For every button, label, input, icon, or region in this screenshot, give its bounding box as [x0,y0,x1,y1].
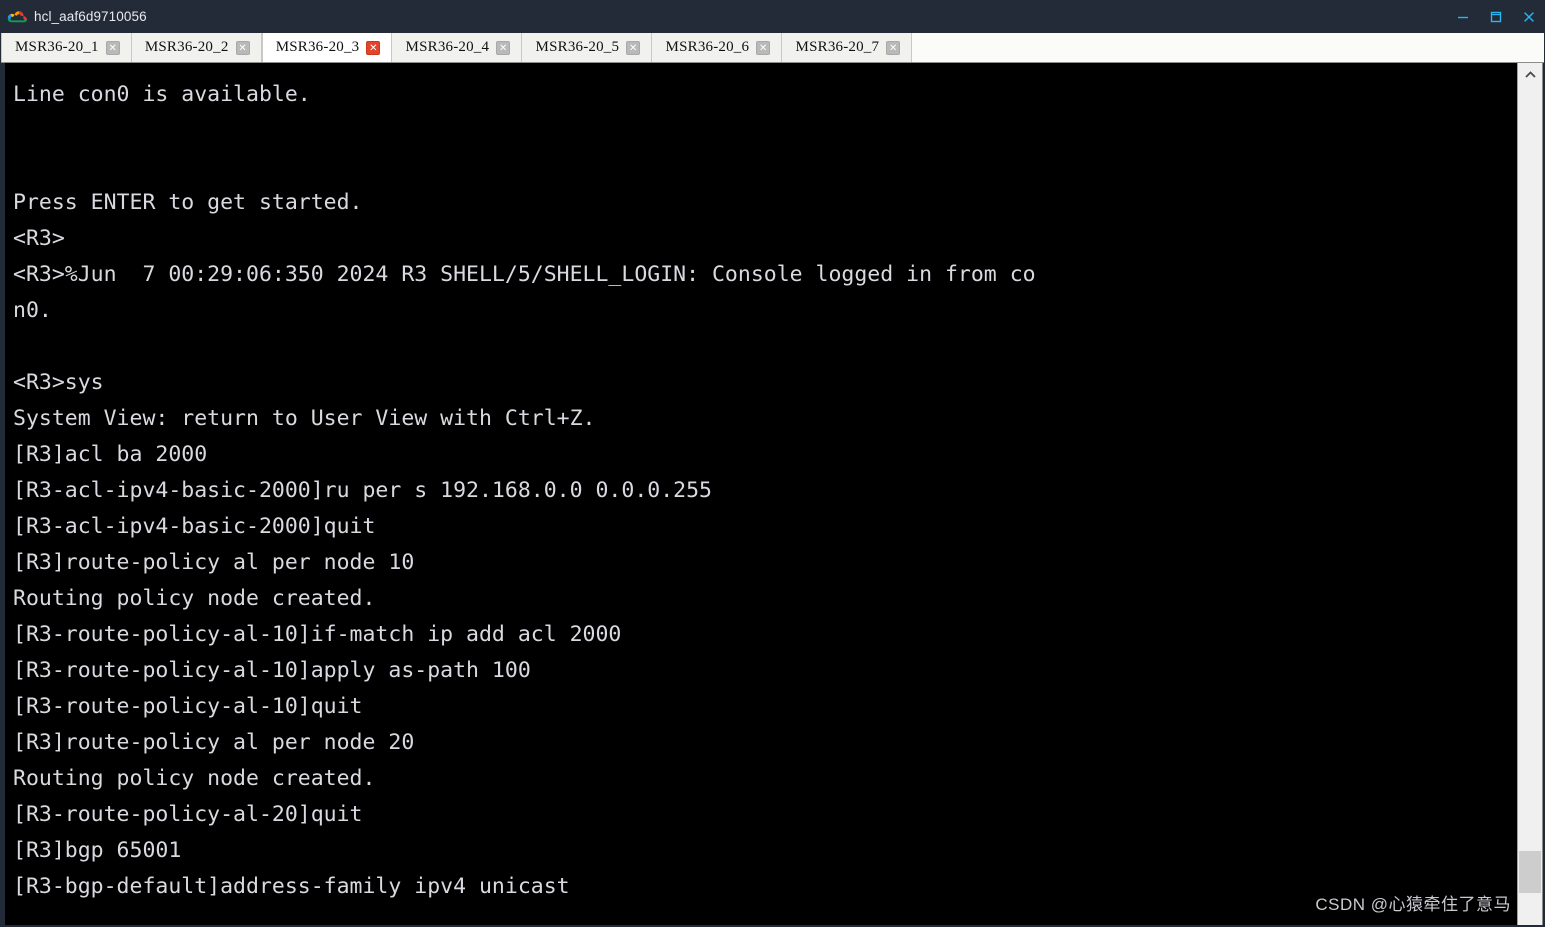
tab-msr36-20_4[interactable]: MSR36-20_4 ✕ [392,33,523,62]
terminal-line: <R3>sys [13,370,104,395]
terminal-line: [R3-route-policy-al-10]apply as-path 100 [13,658,531,683]
scroll-up-button[interactable] [1518,63,1542,87]
tab-close-icon[interactable]: ✕ [235,40,250,55]
window-title: hcl_aaf6d9710056 [34,9,147,24]
terminal-scrollbar[interactable] [1517,63,1543,925]
scrollbar-track[interactable] [1518,87,1542,925]
scrollbar-thumb[interactable] [1519,851,1541,893]
tab-msr36-20_6[interactable]: MSR36-20_6 ✕ [652,33,783,62]
tab-label: MSR36-20_4 [405,39,490,55]
tab-label: MSR36-20_6 [665,39,750,55]
tab-close-icon[interactable]: ✕ [756,40,771,55]
terminal-line: [R3-route-policy-al-20]quit [13,802,363,827]
hcl-cloud-logo-icon [7,9,29,25]
terminal-line: <R3> [13,226,65,251]
terminal-line: [R3]bgp 65001 [13,838,182,863]
maximize-icon [1490,11,1501,22]
device-tab-bar[interactable]: MSR36-20_1 ✕ MSR36-20_2 ✕ MSR36-20_3 ✕ MSR36-2… [1,33,1544,63]
terminal-line: [R3-acl-ipv4-basic-2000]ru per s 192.168… [13,478,712,503]
tab-close-icon[interactable]: ✕ [626,40,641,55]
terminal-line: [R3-route-policy-al-10]if-match ip add a… [13,622,622,647]
title-bar-left: hcl_aaf6d9710056 [0,9,147,25]
tab-close-icon[interactable]: ✕ [105,40,120,55]
terminal-line: [R3-bgp-default]address-family ipv4 unic… [13,874,570,899]
console-body: Line con0 is available. Press ENTER to ge… [0,63,1545,927]
terminal-line: Press ENTER to get started. [13,190,363,215]
terminal-line: System View: return to User View with Ct… [13,406,596,431]
terminal-line: [R3]route-policy al per node 10 [13,550,415,575]
terminal-line: Routing policy node created. [13,766,376,791]
tab-label: MSR36-20_2 [144,39,229,55]
close-icon [1523,11,1534,22]
tab-bar-filler [912,33,1544,62]
chevron-up-icon [1524,71,1536,78]
tab-label: MSR36-20_3 [275,39,360,55]
tab-msr36-20_3[interactable]: MSR36-20_3 ✕ [261,33,393,62]
terminal-line: [R3]route-policy al per node 20 [13,730,415,755]
terminal-line: [R3-acl-ipv4-basic-2000]quit [13,514,376,539]
tab-msr36-20_2[interactable]: MSR36-20_2 ✕ [131,33,262,62]
tab-msr36-20_1[interactable]: MSR36-20_1 ✕ [1,33,132,62]
terminal-line: Routing policy node created. [13,586,376,611]
tab-label: MSR36-20_5 [535,39,620,55]
terminal-line: Line con0 is available. [13,82,311,107]
terminal-line: n0. [13,298,52,323]
minimize-button[interactable] [1446,0,1479,33]
tab-close-icon[interactable]: ✕ [496,40,511,55]
tab-close-icon[interactable]: ✕ [886,40,901,55]
minimize-icon [1457,16,1468,18]
maximize-button[interactable] [1479,0,1512,33]
tab-msr36-20_7[interactable]: MSR36-20_7 ✕ [782,33,913,62]
terminal-line: [R3]acl ba 2000 [13,442,208,467]
terminal-line: [R3-route-policy-al-10]quit [13,694,363,719]
tab-label: MSR36-20_1 [15,39,99,55]
window-controls [1446,0,1545,33]
close-button[interactable] [1512,0,1545,33]
terminal-output[interactable]: Line con0 is available. Press ENTER to ge… [2,63,1517,925]
title-bar: hcl_aaf6d9710056 [0,0,1545,33]
terminal-line: <R3>%Jun 7 00:29:06:350 2024 R3 SHELL/5/… [13,262,1036,287]
application-window: hcl_aaf6d9710056 MSR36-20_1 ✕ MSR36-20_2 ✕ M… [0,0,1545,927]
tab-close-icon[interactable]: ✕ [366,40,381,55]
tab-label: MSR36-20_7 [795,39,880,55]
tab-msr36-20_5[interactable]: MSR36-20_5 ✕ [522,33,653,62]
